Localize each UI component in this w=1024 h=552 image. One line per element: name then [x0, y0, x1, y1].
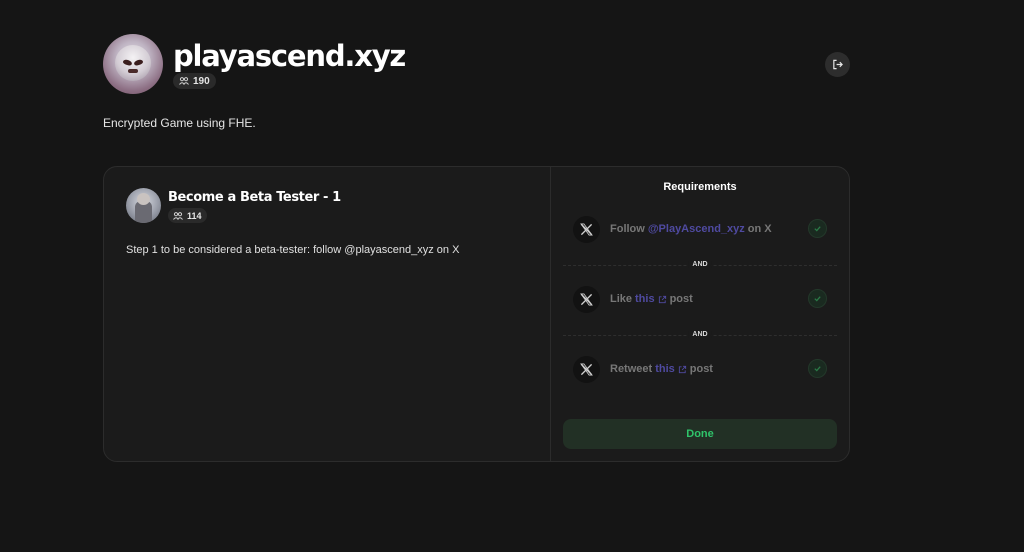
requirement-suffix: on X — [747, 223, 772, 235]
logout-icon — [833, 59, 843, 70]
page-title: playascend.xyz — [173, 39, 406, 73]
check-icon — [808, 359, 827, 378]
like-post-link[interactable]: this — [635, 293, 655, 305]
quest-step-text: Step 1 to be considered a beta-tester: f… — [126, 244, 460, 256]
and-separator: AND — [688, 331, 712, 338]
users-icon — [173, 211, 183, 220]
retweet-post-link[interactable]: this — [655, 363, 675, 375]
project-avatar — [103, 34, 163, 94]
and-separator: AND — [688, 261, 712, 268]
requirement-action: Like — [610, 293, 633, 305]
external-link-icon — [678, 365, 686, 373]
profile-header: playascend.xyz 190 — [103, 34, 406, 94]
quest-details: Become a Beta Tester - 1 114 Step 1 to b… — [104, 167, 551, 461]
check-icon — [808, 289, 827, 308]
done-button[interactable]: Done — [563, 419, 837, 449]
points-badge: 190 — [173, 73, 216, 89]
quest-points-value: 114 — [187, 210, 202, 221]
external-link-icon — [658, 295, 666, 303]
check-icon — [808, 219, 827, 238]
logout-button[interactable] — [825, 52, 850, 77]
requirement-suffix: post — [689, 363, 713, 375]
page: playascend.xyz 190 Encrypted Game using … — [0, 0, 1024, 552]
x-logo-icon — [573, 355, 600, 383]
requirement-follow: Follow @PlayAscend_xyz on X — [573, 215, 827, 243]
quest-title: Become a Beta Tester - 1 — [168, 190, 341, 205]
requirements-title: Requirements — [663, 181, 737, 193]
requirement-suffix: post — [669, 293, 693, 305]
requirements-panel: Requirements Follow @PlayAscend_xyz on X… — [551, 167, 849, 461]
x-logo-icon — [573, 215, 600, 243]
users-icon — [179, 77, 189, 85]
x-logo-icon — [573, 285, 600, 313]
quest-avatar — [126, 188, 161, 223]
points-value: 190 — [193, 75, 210, 87]
quest-card: Become a Beta Tester - 1 114 Step 1 to b… — [103, 166, 850, 462]
quest-points-badge: 114 — [168, 208, 207, 223]
requirement-action: Retweet — [610, 363, 653, 375]
requirement-like: Like this post — [573, 285, 827, 313]
follow-account-link[interactable]: @PlayAscend_xyz — [648, 223, 745, 235]
project-description: Encrypted Game using FHE. — [103, 116, 256, 130]
requirement-retweet: Retweet this post — [573, 355, 827, 383]
requirement-action: Follow — [610, 223, 645, 235]
